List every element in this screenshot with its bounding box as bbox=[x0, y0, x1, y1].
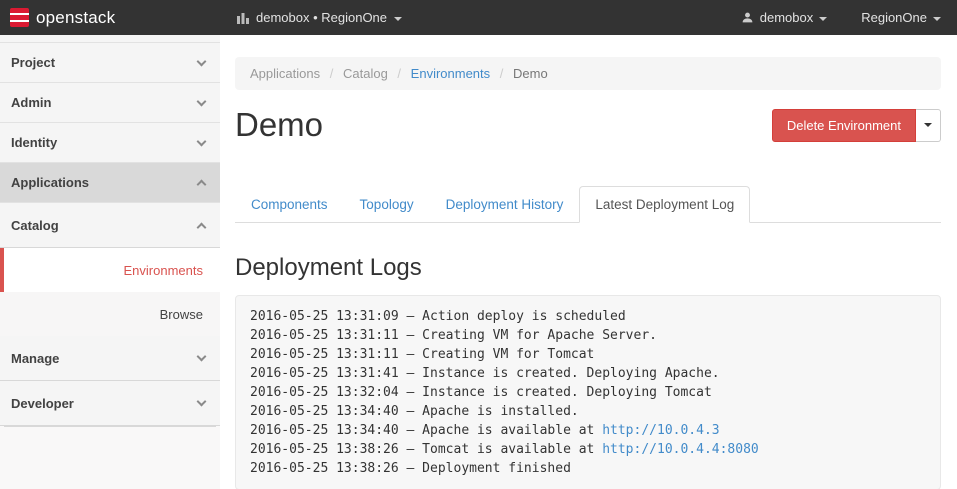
delete-environment-dropdown-toggle[interactable] bbox=[916, 109, 941, 142]
log-line: 2016-05-25 13:34:40 — Apache is availabl… bbox=[250, 421, 926, 440]
sidebar-item-label: Admin bbox=[11, 95, 51, 110]
breadcrumb-item-demo: Demo bbox=[513, 66, 548, 81]
tab-deployment-history[interactable]: Deployment History bbox=[430, 186, 580, 223]
chevron-down-icon bbox=[197, 136, 207, 146]
tab-components[interactable]: Components bbox=[235, 186, 344, 223]
delete-environment-button-group: Delete Environment bbox=[772, 109, 941, 142]
breadcrumb-item-applications: Applications bbox=[250, 66, 320, 81]
page-title: Demo bbox=[235, 107, 323, 143]
topbar: openstack demobox • RegionOne demobox Re… bbox=[0, 0, 957, 35]
caret-down-icon bbox=[819, 17, 827, 21]
sidebar-item-applications[interactable]: Applications bbox=[0, 163, 220, 203]
breadcrumb-separator: / bbox=[500, 66, 504, 81]
log-text: 2016-05-25 13:38:26 — Deployment finishe… bbox=[250, 461, 571, 476]
project-region-switcher[interactable]: demobox • RegionOne bbox=[237, 10, 402, 25]
log-text: 2016-05-25 13:34:40 — Apache is installe… bbox=[250, 404, 579, 419]
sidebar-item-label: Manage bbox=[11, 351, 59, 366]
sidebar-item-label: Developer bbox=[11, 396, 74, 411]
topbar-right: demobox RegionOne bbox=[741, 10, 957, 25]
project-picker-icon bbox=[237, 12, 249, 24]
sidebar-item-admin[interactable]: Admin bbox=[0, 83, 220, 123]
log-line: 2016-05-25 13:32:04 — Instance is create… bbox=[250, 383, 926, 402]
sidebar-item-label: Browse bbox=[160, 307, 203, 322]
sidebar-item-label: Project bbox=[11, 55, 55, 70]
log-text: 2016-05-25 13:31:11 — Creating VM for Ap… bbox=[250, 328, 657, 343]
caret-down-icon bbox=[933, 17, 941, 21]
sidebar-item-browse[interactable]: Browse bbox=[0, 292, 220, 336]
log-text: 2016-05-25 13:34:40 — Apache is availabl… bbox=[250, 423, 602, 438]
chevron-down-icon bbox=[197, 96, 207, 106]
chevron-down-icon bbox=[197, 352, 207, 362]
region-menu[interactable]: RegionOne bbox=[861, 10, 941, 25]
user-menu-label: demobox bbox=[760, 10, 813, 25]
sidebar-item-identity[interactable]: Identity bbox=[0, 123, 220, 163]
openstack-brand[interactable]: openstack bbox=[0, 8, 220, 28]
log-text: 2016-05-25 13:32:04 — Instance is create… bbox=[250, 385, 712, 400]
sidebar-item-label: Applications bbox=[11, 175, 89, 190]
user-menu[interactable]: demobox bbox=[741, 10, 827, 25]
sidebar: Project Admin Identity Applications Cata… bbox=[0, 35, 220, 489]
user-icon bbox=[741, 11, 754, 24]
sidebar-item-catalog[interactable]: Catalog bbox=[0, 203, 220, 248]
breadcrumb-separator: / bbox=[330, 66, 334, 81]
page-header: Demo Delete Environment bbox=[235, 107, 941, 143]
brand-text: openstack bbox=[36, 8, 115, 28]
log-line: 2016-05-25 13:31:11 — Creating VM for To… bbox=[250, 345, 926, 364]
tab-bar: Components Topology Deployment History L… bbox=[235, 186, 941, 223]
chevron-down-icon bbox=[197, 56, 207, 66]
sidebar-top-spacer bbox=[0, 35, 220, 43]
sidebar-item-label: Environments bbox=[124, 263, 203, 278]
page-body: Project Admin Identity Applications Cata… bbox=[0, 35, 957, 489]
main-content: Applications / Catalog / Environments / … bbox=[220, 35, 957, 489]
breadcrumb: Applications / Catalog / Environments / … bbox=[235, 57, 941, 90]
log-line: 2016-05-25 13:31:11 — Creating VM for Ap… bbox=[250, 326, 926, 345]
log-text: 2016-05-25 13:31:11 — Creating VM for To… bbox=[250, 347, 594, 362]
sidebar-item-project[interactable]: Project bbox=[0, 43, 220, 83]
breadcrumb-separator: / bbox=[397, 66, 401, 81]
log-line: 2016-05-25 13:31:41 — Instance is create… bbox=[250, 364, 926, 383]
deployment-log-box: 2016-05-25 13:31:09 — Action deploy is s… bbox=[235, 295, 941, 489]
chevron-down-icon bbox=[197, 397, 207, 407]
context-label: demobox • RegionOne bbox=[256, 10, 387, 25]
chevron-up-icon bbox=[197, 180, 207, 190]
chevron-up-icon bbox=[197, 222, 207, 232]
sidebar-item-environments[interactable]: Environments bbox=[0, 248, 220, 292]
sidebar-item-developer[interactable]: Developer bbox=[0, 381, 220, 426]
openstack-logo-icon bbox=[10, 8, 29, 27]
delete-environment-button[interactable]: Delete Environment bbox=[772, 109, 916, 142]
log-text: 2016-05-25 13:38:26 — Tomcat is availabl… bbox=[250, 442, 602, 457]
breadcrumb-link-environments[interactable]: Environments bbox=[411, 66, 490, 81]
apache-url-link[interactable]: http://10.0.4.3 bbox=[602, 423, 719, 438]
log-text: 2016-05-25 13:31:41 — Instance is create… bbox=[250, 366, 720, 381]
tomcat-url-link[interactable]: http://10.0.4.4:8080 bbox=[602, 442, 759, 457]
caret-down-icon bbox=[924, 123, 932, 127]
deployment-logs-heading: Deployment Logs bbox=[235, 254, 941, 282]
tab-topology[interactable]: Topology bbox=[344, 186, 430, 223]
sidebar-item-label: Catalog bbox=[11, 218, 59, 233]
log-text: 2016-05-25 13:31:09 — Action deploy is s… bbox=[250, 309, 626, 324]
sidebar-item-manage[interactable]: Manage bbox=[0, 336, 220, 381]
log-line: 2016-05-25 13:34:40 — Apache is installe… bbox=[250, 402, 926, 421]
log-line: 2016-05-25 13:38:26 — Deployment finishe… bbox=[250, 459, 926, 478]
caret-down-icon bbox=[394, 17, 402, 21]
breadcrumb-item-catalog: Catalog bbox=[343, 66, 388, 81]
sidebar-item-label: Identity bbox=[11, 135, 57, 150]
tab-latest-deployment-log[interactable]: Latest Deployment Log bbox=[579, 186, 750, 223]
log-line: 2016-05-25 13:38:26 — Tomcat is availabl… bbox=[250, 440, 926, 459]
region-menu-label: RegionOne bbox=[861, 10, 927, 25]
log-line: 2016-05-25 13:31:09 — Action deploy is s… bbox=[250, 307, 926, 326]
